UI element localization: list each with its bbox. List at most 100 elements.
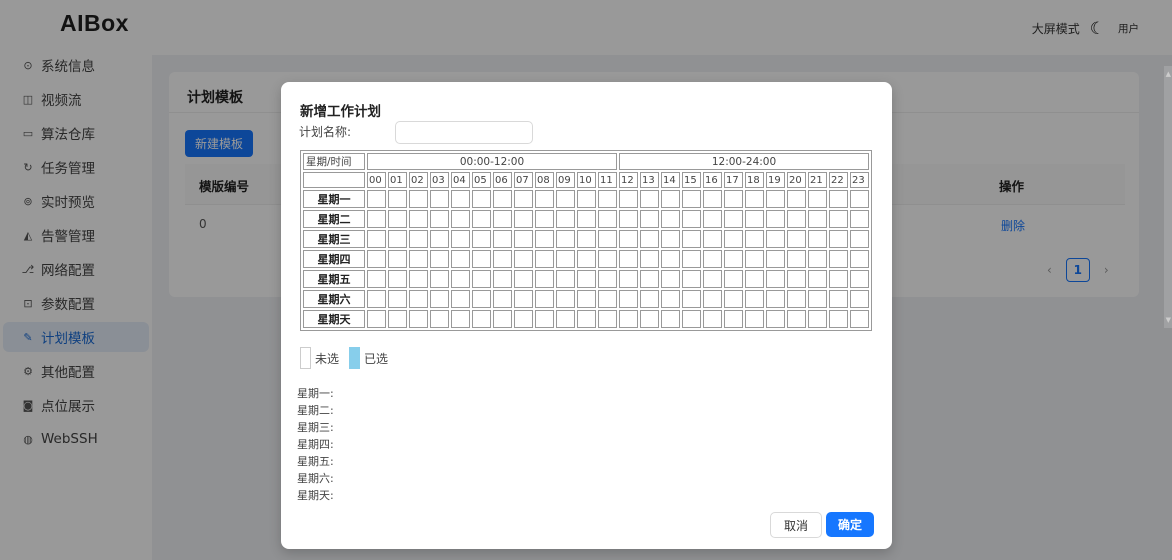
- schedule-cell[interactable]: [808, 250, 827, 268]
- schedule-cell[interactable]: [472, 250, 491, 268]
- schedule-cell[interactable]: [703, 290, 722, 308]
- schedule-cell[interactable]: [451, 210, 470, 228]
- schedule-cell[interactable]: [640, 250, 659, 268]
- schedule-cell[interactable]: [745, 230, 764, 248]
- schedule-cell[interactable]: [619, 210, 638, 228]
- schedule-cell[interactable]: [430, 190, 449, 208]
- schedule-cell[interactable]: [787, 230, 806, 248]
- schedule-cell[interactable]: [493, 270, 512, 288]
- schedule-cell[interactable]: [850, 230, 869, 248]
- schedule-cell[interactable]: [598, 190, 617, 208]
- schedule-cell[interactable]: [682, 210, 701, 228]
- schedule-cell[interactable]: [493, 290, 512, 308]
- schedule-cell[interactable]: [850, 270, 869, 288]
- schedule-cell[interactable]: [661, 230, 680, 248]
- schedule-cell[interactable]: [829, 270, 848, 288]
- plan-name-input[interactable]: [395, 121, 533, 144]
- schedule-cell[interactable]: [409, 210, 428, 228]
- schedule-cell[interactable]: [451, 270, 470, 288]
- schedule-cell[interactable]: [787, 190, 806, 208]
- schedule-cell[interactable]: [829, 210, 848, 228]
- schedule-cell[interactable]: [430, 310, 449, 328]
- schedule-cell[interactable]: [724, 310, 743, 328]
- schedule-cell[interactable]: [682, 310, 701, 328]
- schedule-cell[interactable]: [619, 270, 638, 288]
- confirm-button[interactable]: 确定: [826, 512, 874, 537]
- schedule-cell[interactable]: [640, 310, 659, 328]
- schedule-cell[interactable]: [514, 230, 533, 248]
- schedule-cell[interactable]: [640, 190, 659, 208]
- schedule-cell[interactable]: [682, 290, 701, 308]
- schedule-cell[interactable]: [619, 310, 638, 328]
- schedule-cell[interactable]: [829, 190, 848, 208]
- schedule-cell[interactable]: [640, 270, 659, 288]
- schedule-cell[interactable]: [577, 210, 596, 228]
- schedule-cell[interactable]: [409, 190, 428, 208]
- schedule-cell[interactable]: [493, 190, 512, 208]
- schedule-cell[interactable]: [577, 230, 596, 248]
- schedule-cell[interactable]: [766, 250, 785, 268]
- schedule-cell[interactable]: [388, 270, 407, 288]
- schedule-cell[interactable]: [661, 210, 680, 228]
- schedule-cell[interactable]: [619, 250, 638, 268]
- schedule-cell[interactable]: [472, 210, 491, 228]
- schedule-cell[interactable]: [766, 290, 785, 308]
- schedule-cell[interactable]: [472, 270, 491, 288]
- schedule-cell[interactable]: [535, 230, 554, 248]
- schedule-cell[interactable]: [388, 290, 407, 308]
- schedule-cell[interactable]: [850, 250, 869, 268]
- schedule-cell[interactable]: [367, 190, 386, 208]
- schedule-cell[interactable]: [850, 190, 869, 208]
- schedule-cell[interactable]: [598, 270, 617, 288]
- schedule-cell[interactable]: [850, 290, 869, 308]
- scroll-up-icon[interactable]: ▲: [1166, 70, 1171, 78]
- schedule-cell[interactable]: [430, 290, 449, 308]
- schedule-cell[interactable]: [745, 210, 764, 228]
- schedule-cell[interactable]: [367, 250, 386, 268]
- schedule-cell[interactable]: [619, 190, 638, 208]
- schedule-cell[interactable]: [535, 290, 554, 308]
- schedule-cell[interactable]: [598, 290, 617, 308]
- schedule-cell[interactable]: [388, 230, 407, 248]
- schedule-cell[interactable]: [766, 230, 785, 248]
- schedule-cell[interactable]: [451, 310, 470, 328]
- schedule-cell[interactable]: [724, 210, 743, 228]
- schedule-cell[interactable]: [640, 210, 659, 228]
- schedule-cell[interactable]: [409, 290, 428, 308]
- schedule-cell[interactable]: [514, 290, 533, 308]
- schedule-cell[interactable]: [556, 270, 575, 288]
- schedule-cell[interactable]: [556, 210, 575, 228]
- schedule-cell[interactable]: [535, 250, 554, 268]
- schedule-cell[interactable]: [556, 230, 575, 248]
- schedule-cell[interactable]: [577, 190, 596, 208]
- schedule-cell[interactable]: [703, 230, 722, 248]
- schedule-cell[interactable]: [367, 230, 386, 248]
- schedule-cell[interactable]: [367, 270, 386, 288]
- schedule-cell[interactable]: [556, 190, 575, 208]
- schedule-cell[interactable]: [577, 310, 596, 328]
- schedule-cell[interactable]: [556, 250, 575, 268]
- schedule-cell[interactable]: [409, 250, 428, 268]
- schedule-cell[interactable]: [514, 210, 533, 228]
- schedule-cell[interactable]: [430, 230, 449, 248]
- schedule-cell[interactable]: [661, 250, 680, 268]
- schedule-cell[interactable]: [661, 190, 680, 208]
- schedule-cell[interactable]: [640, 290, 659, 308]
- schedule-cell[interactable]: [493, 310, 512, 328]
- schedule-cell[interactable]: [724, 270, 743, 288]
- schedule-cell[interactable]: [598, 310, 617, 328]
- schedule-cell[interactable]: [493, 230, 512, 248]
- schedule-cell[interactable]: [388, 310, 407, 328]
- schedule-cell[interactable]: [388, 210, 407, 228]
- schedule-cell[interactable]: [619, 230, 638, 248]
- schedule-cell[interactable]: [577, 270, 596, 288]
- schedule-cell[interactable]: [808, 210, 827, 228]
- schedule-cell[interactable]: [619, 290, 638, 308]
- schedule-cell[interactable]: [682, 250, 701, 268]
- schedule-cell[interactable]: [388, 190, 407, 208]
- schedule-cell[interactable]: [766, 310, 785, 328]
- schedule-cell[interactable]: [472, 190, 491, 208]
- schedule-cell[interactable]: [829, 310, 848, 328]
- schedule-cell[interactable]: [808, 290, 827, 308]
- schedule-cell[interactable]: [451, 190, 470, 208]
